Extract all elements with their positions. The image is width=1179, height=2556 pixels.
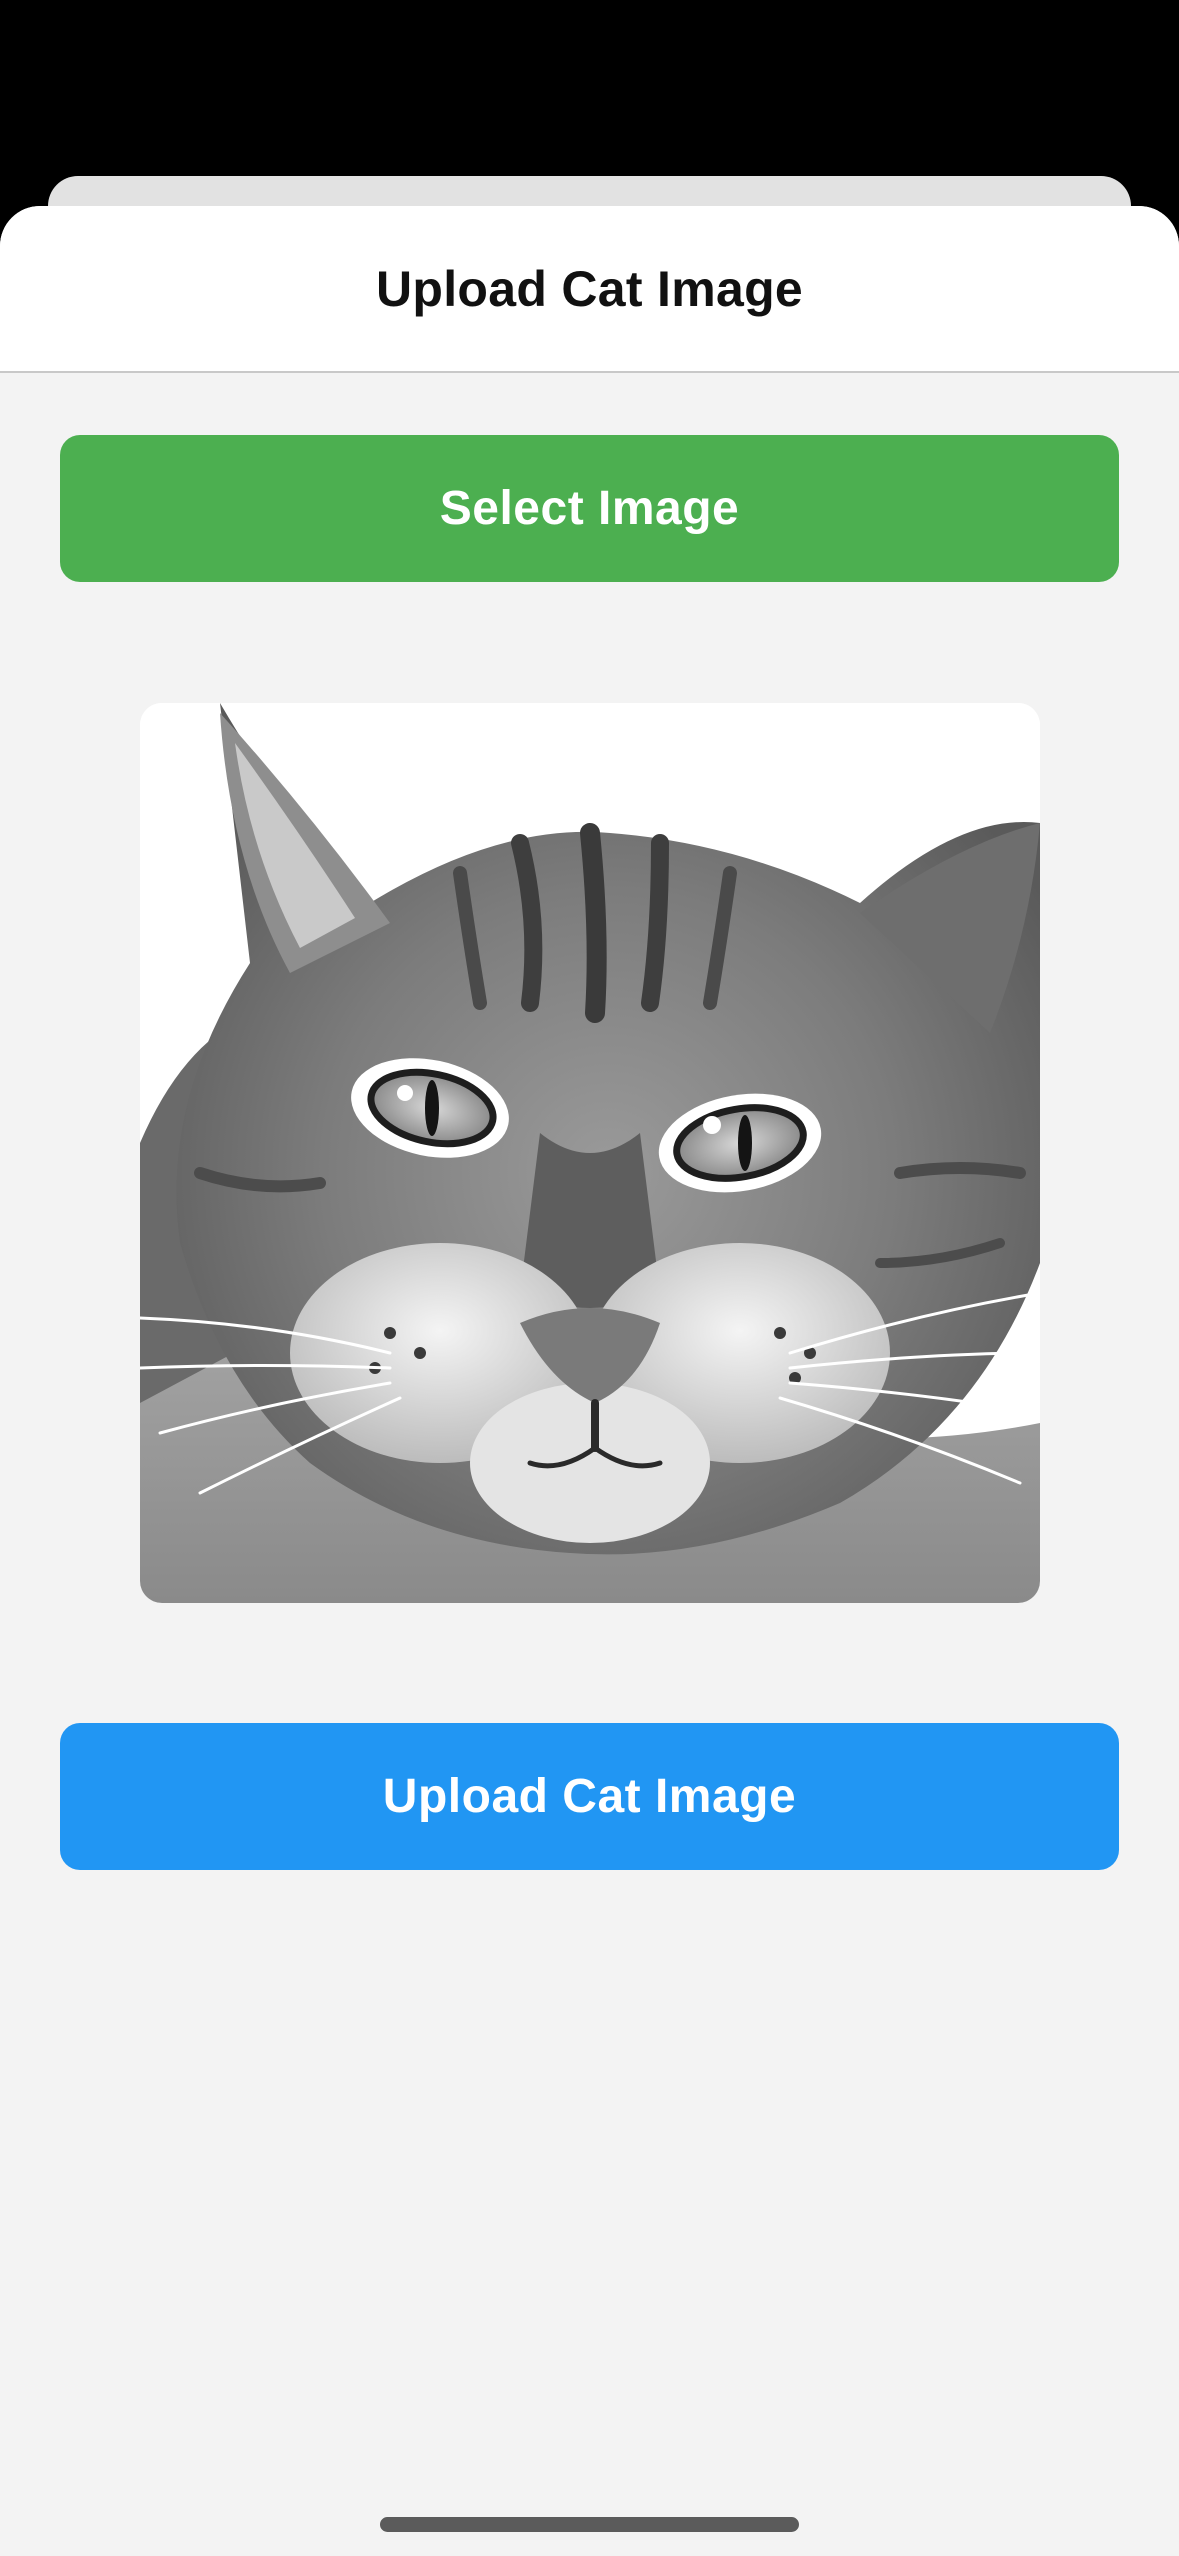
modal-sheet: Upload Cat Image Select Image Upload Cat… xyxy=(0,206,1179,2556)
cat-photo xyxy=(140,703,1040,1603)
navigation-header: Upload Cat Image xyxy=(0,206,1179,373)
upload-cat-image-button[interactable]: Upload Cat Image xyxy=(60,1723,1119,1870)
page-title: Upload Cat Image xyxy=(375,260,804,317)
select-image-button[interactable]: Select Image xyxy=(60,435,1119,582)
home-indicator[interactable] xyxy=(380,2517,799,2532)
cat-image-preview xyxy=(140,703,1040,1603)
